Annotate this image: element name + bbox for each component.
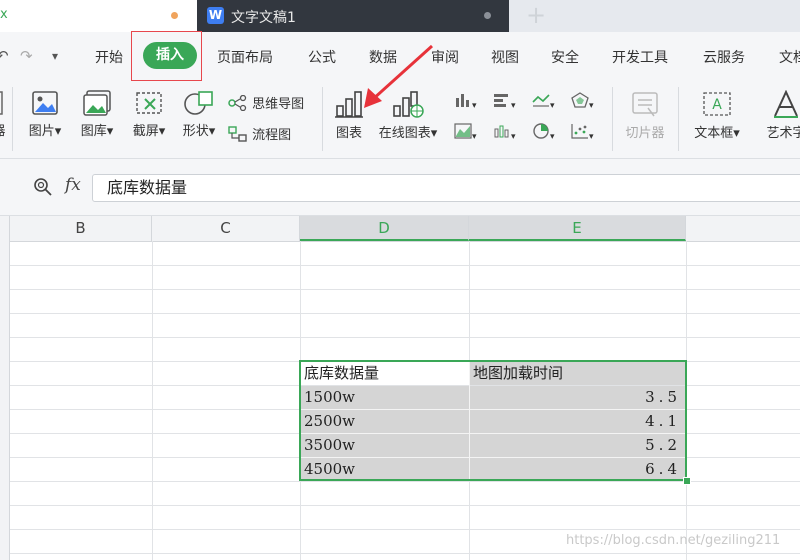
screenshot-button[interactable]: 截屏▾ [126,90,172,139]
grid-line [10,289,800,290]
wordart-icon [774,90,798,118]
line-chart-dropdown[interactable]: ▾ [532,92,555,112]
zoom-search-icon[interactable] [33,177,53,197]
gallery-button[interactable]: 图库▾ [74,90,120,139]
svg-text:A: A [712,97,722,113]
scatter-chart-dropdown[interactable]: ▾ [571,123,594,143]
new-tab-button[interactable]: + [526,1,546,29]
menu-security[interactable]: 安全 [551,47,579,67]
area-chart-dropdown[interactable]: ▾ [454,123,477,143]
grid-line [10,313,800,314]
ribbon-toolbar: 器 图片▾ 图库▾ 截屏▾ 形状▾ [0,44,800,159]
unsaved-dot-icon [484,12,491,19]
annotation-arrow-icon [364,44,434,108]
column-chart-dropdown[interactable]: ▾ [454,92,477,112]
textbox-button[interactable]: A 文本框▾ [686,90,748,141]
column-header-b[interactable]: B [10,216,152,241]
grid-line [10,265,800,266]
row-header-strip[interactable] [0,241,10,560]
horizontal-bar-icon [494,94,508,107]
watermark: https://blog.csdn.net/geziling211 [566,533,781,548]
mindmap-icon [228,94,247,112]
area-chart-icon [454,123,472,139]
pie-chart-icon [533,123,549,139]
bar-chart-dropdown[interactable]: ▾ [493,92,516,112]
mindmap-button[interactable]: 思维导图 [228,93,304,112]
tab-label: 文字文稿1 [231,10,296,26]
fx-icon[interactable]: fx [65,175,81,195]
column-header-e[interactable]: E [469,216,686,241]
menu-developer[interactable]: 开发工具 [612,47,668,67]
separator [678,87,679,151]
quick-access-dropdown-icon[interactable]: ▾ [52,49,58,63]
stock-chart-icon [494,125,509,138]
menu-page-layout[interactable]: 页面布局 [217,47,273,67]
picture-button[interactable]: 图片▾ [22,90,68,139]
radar-chart-dropdown[interactable]: ▾ [571,92,594,112]
selection-border [299,360,687,481]
unsaved-dot-icon [171,12,178,19]
gallery-icon [83,90,111,116]
shape-icon [184,91,213,115]
tab-bar: x W 文字文稿1 + [0,0,800,32]
scatter-chart-icon [571,124,588,139]
menu-formula[interactable]: 公式 [308,47,336,67]
separator [322,87,323,151]
tab-spreadsheet[interactable]: x [0,0,197,32]
tab-document[interactable]: W 文字文稿1 [197,0,509,32]
separator [612,87,613,151]
slicer-icon [632,92,658,117]
grid-line [10,337,800,338]
screenshot-icon [136,92,162,114]
row-header-corner[interactable] [0,216,10,241]
formula-bar: fx 底库数据量 [0,159,800,216]
column-chart-icon [456,94,469,107]
flowchart-icon [228,126,247,142]
grid-line [10,553,800,554]
column-header-row: B C D E F [0,216,800,242]
undo-icon[interactable]: ↶ [0,47,9,65]
grid-line [10,505,800,506]
menu-view[interactable]: 视图 [491,47,519,67]
pie-chart-dropdown[interactable]: ▾ [532,123,555,143]
line-chart-icon [532,94,550,107]
stock-chart-dropdown[interactable]: ▾ [493,123,516,143]
menu-document[interactable]: 文档 [779,47,800,67]
fill-handle[interactable] [683,477,691,485]
grid-line [10,481,800,482]
shape-button[interactable]: 形状▾ [176,90,222,139]
highlight-box [131,31,202,81]
column-header-c[interactable]: C [152,216,300,241]
column-header-f[interactable]: F [686,216,800,241]
tab-label: x [0,7,8,22]
cut-off-item: 器 [0,90,6,139]
grid-line [10,529,800,530]
slicer-button[interactable]: 切片器 [620,90,670,141]
flowchart-button[interactable]: 流程图 [228,124,291,143]
menu-cloud[interactable]: 云服务 [703,47,745,67]
formula-input[interactable]: 底库数据量 [92,174,800,202]
wordart-button[interactable]: 艺术字 [756,90,800,141]
column-header-d[interactable]: D [300,216,469,241]
wps-writer-icon: W [207,7,224,24]
redo-icon[interactable]: ↷ [20,47,33,65]
textbox-icon: A [703,92,731,116]
picture-icon [32,91,58,115]
radar-chart-icon [571,92,589,108]
menu-home[interactable]: 开始 [95,47,123,67]
separator [12,87,13,151]
